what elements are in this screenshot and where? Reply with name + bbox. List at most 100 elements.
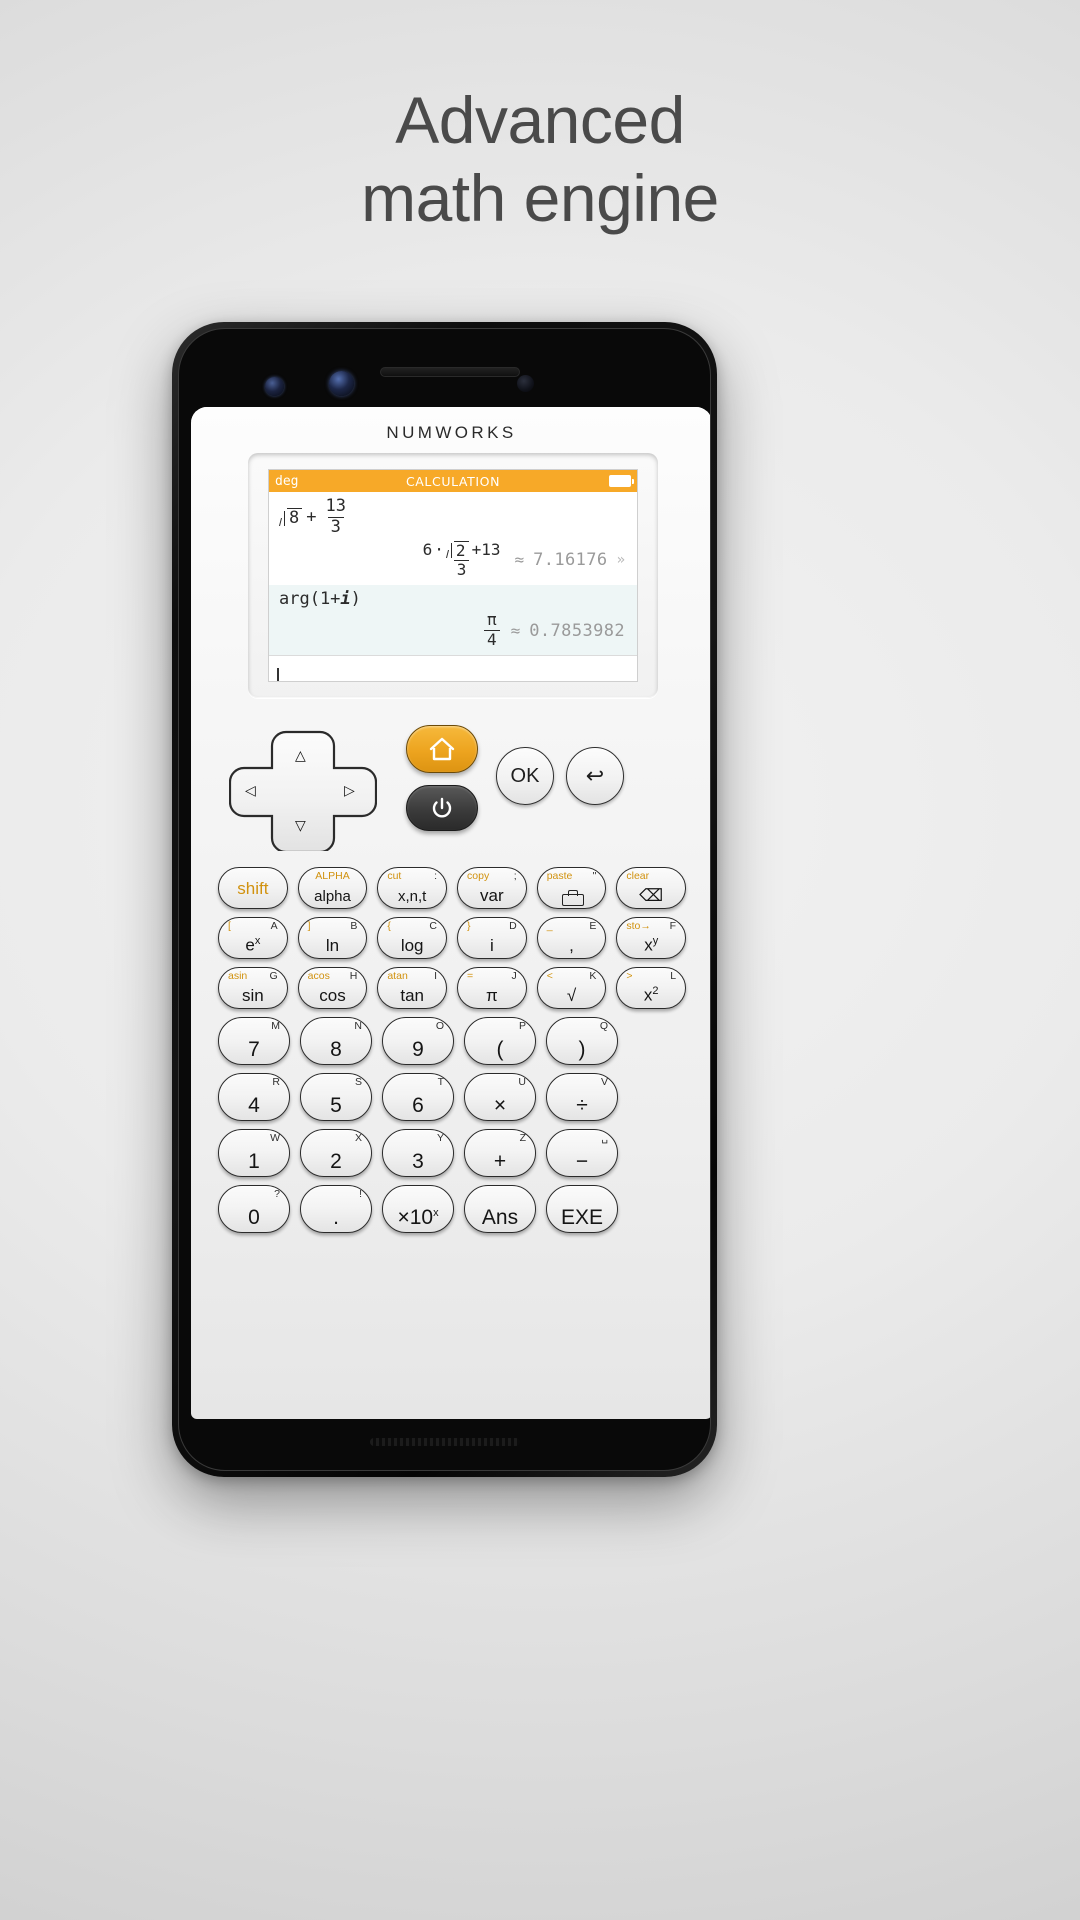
phone-device: NUMWORKS deg CALCULATION 8 + 13 3 6 · 2 … — [172, 322, 717, 1477]
key-secondary-labels: ␣ — [547, 1133, 617, 1144]
key-var[interactable]: copy; var — [457, 867, 527, 909]
key-secondary-labels: U — [465, 1077, 535, 1088]
key-log[interactable]: {Clog — [377, 917, 448, 959]
key-sqrt[interactable]: < K √ — [536, 967, 607, 1009]
key-ln[interactable]: ] Bln — [297, 917, 368, 959]
key-alpha-label: V — [600, 1076, 608, 1088]
key-square[interactable]: > Lx2 — [616, 967, 687, 1009]
home-button[interactable] — [406, 725, 478, 773]
key-toolbox[interactable]: paste " — [536, 867, 607, 909]
close-paren: ) — [350, 589, 361, 610]
key-zero[interactable]: ? 0 — [218, 1185, 290, 1233]
key-alpha-label: C — [429, 920, 438, 932]
key-alpha-label: Y — [436, 1132, 444, 1144]
key-secondary-labels: [A — [219, 921, 287, 932]
power-button[interactable] — [406, 785, 478, 831]
key-main-label: alpha — [314, 888, 351, 905]
key-main-label: ( — [496, 1038, 504, 1061]
key-alpha-label: A — [270, 920, 278, 932]
dpad-right-arrow-icon[interactable]: ▷ — [344, 782, 355, 799]
key-minus[interactable]: ␣ − — [546, 1129, 618, 1177]
key-imaginary[interactable]: } Di — [457, 917, 527, 959]
key-alpha[interactable]: ALPHA alpha — [297, 867, 368, 909]
key-divide[interactable]: V ÷ — [546, 1073, 618, 1121]
key-main-label: Ans — [481, 1206, 519, 1229]
key-main-label: 9 — [412, 1038, 424, 1061]
key-sin[interactable]: asin Gsin — [218, 967, 288, 1009]
key-seven[interactable]: M7 — [218, 1017, 290, 1065]
imaginary-unit: i — [340, 589, 351, 610]
calculation-entry[interactable]: arg(1+i) π 4 ≈ 0.7853982 — [269, 585, 637, 655]
key-five[interactable]: S5 — [300, 1073, 372, 1121]
key-power-of-ten[interactable]: ×10x — [382, 1185, 454, 1233]
edit-line[interactable] — [269, 654, 637, 681]
key-decimal-point[interactable]: !. — [300, 1185, 372, 1233]
power-icon — [432, 797, 452, 818]
key-secondary-labels: ! — [301, 1189, 371, 1200]
key-three[interactable]: Y3 — [382, 1129, 454, 1177]
key-superscript-label: x — [433, 1207, 439, 1219]
key-two[interactable]: X2 — [300, 1129, 372, 1177]
key-main-label: × — [493, 1094, 507, 1117]
key-power[interactable]: sto→ Fxy — [616, 917, 687, 959]
key-ans[interactable]: Ans — [464, 1185, 536, 1233]
key-four[interactable]: R4 — [218, 1073, 290, 1121]
key-plus[interactable]: Z + — [464, 1129, 536, 1177]
key-main-label: 6 — [412, 1094, 424, 1117]
dpad-left-arrow-icon[interactable]: ◁ — [245, 782, 256, 799]
key-secondary-labels: = J — [458, 971, 526, 982]
key-secondary-labels: clear — [617, 871, 685, 882]
key-x-n-t[interactable]: cut: x,n,t — [377, 867, 448, 909]
key-main-label: xy — [644, 935, 659, 955]
proximity-sensor-icon — [517, 375, 534, 392]
key-one[interactable]: W1 — [218, 1129, 290, 1177]
text-cursor — [277, 667, 279, 681]
key-multiply[interactable]: U × — [464, 1073, 536, 1121]
key-comma[interactable]: _ E, — [536, 917, 607, 959]
key-alpha-label: U — [518, 1076, 526, 1088]
dpad-down-arrow-icon[interactable]: ▽ — [295, 817, 306, 834]
key-row: ? 0!. ×10x Ans EXE — [218, 1185, 686, 1233]
key-paren-close[interactable]: Q) — [546, 1017, 618, 1065]
key-alpha-label: Q — [599, 1020, 608, 1032]
dpad-up-arrow-icon[interactable]: △ — [295, 747, 306, 764]
key-secondary-labels: ] B — [299, 921, 367, 932]
key-secondary-labels: ALPHA — [299, 871, 367, 882]
sqrt-radicand: 8 — [287, 507, 303, 527]
exact-coefficient: 6 — [422, 539, 433, 559]
calculation-entry[interactable]: 8 + 13 3 6 · 2 +13 3 ≈ 7.16176 » — [269, 492, 637, 585]
key-eight[interactable]: N8 — [300, 1017, 372, 1065]
key-alpha-label: M — [271, 1020, 280, 1032]
dpad[interactable]: △ ▽ ◁ ▷ — [229, 729, 377, 851]
key-secondary-labels: copy; — [458, 871, 526, 882]
key-nine[interactable]: O9 — [382, 1017, 454, 1065]
key-main-label: tan — [400, 986, 424, 1005]
key-paren-open[interactable]: P( — [464, 1017, 536, 1065]
key-six[interactable]: T6 — [382, 1073, 454, 1121]
approx-symbol: ≈ — [510, 621, 521, 641]
expand-chevron-icon[interactable]: » — [617, 552, 625, 568]
key-backspace[interactable]: clear ⌫ — [616, 867, 687, 909]
key-tan[interactable]: atan Itan — [377, 967, 448, 1009]
headline-line-2: math engine — [361, 160, 719, 235]
key-exe[interactable]: EXE — [546, 1185, 618, 1233]
key-main-label: 5 — [330, 1094, 342, 1117]
key-alpha-label: S — [354, 1076, 362, 1088]
key-secondary-labels: paste " — [538, 871, 606, 882]
exact-numerator: π — [487, 610, 497, 630]
key-secondary-labels: T — [383, 1077, 453, 1088]
key-shift-label: = — [467, 970, 474, 982]
key-shift-label: paste — [546, 870, 573, 882]
key-main-label: log — [400, 936, 424, 955]
key-cos[interactable]: acos Hcos — [297, 967, 368, 1009]
key-shift[interactable]: shift — [218, 867, 288, 909]
back-button[interactable]: ↩ — [566, 747, 624, 805]
key-row: shift ALPHA alpha cut: x,n,t copy; var paste " cl… — [218, 867, 687, 909]
fraction: 13 3 — [323, 497, 349, 537]
key-exp[interactable]: [Aex — [218, 917, 288, 959]
ok-button[interactable]: OK — [496, 747, 554, 805]
key-main-label: √ — [566, 986, 577, 1005]
key-pi[interactable]: = Jπ — [457, 967, 527, 1009]
key-shift-label: asin — [228, 970, 248, 982]
key-secondary-labels: > L — [617, 971, 685, 982]
